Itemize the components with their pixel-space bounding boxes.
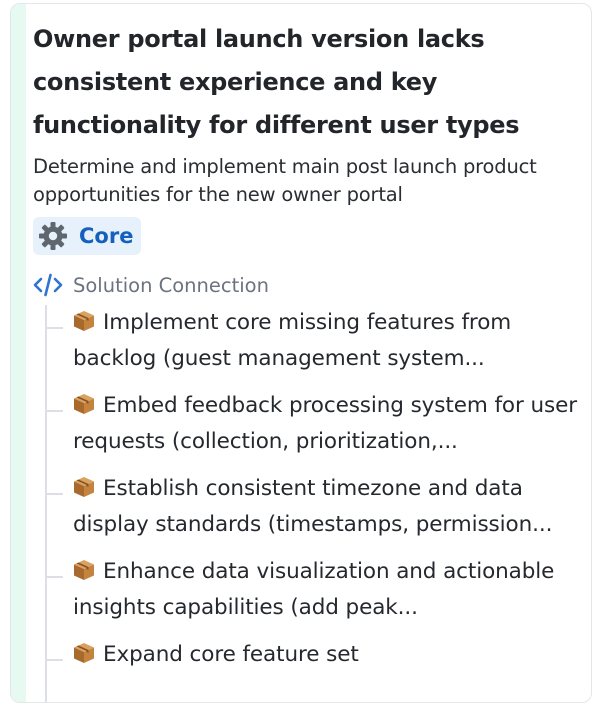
package-icon xyxy=(74,394,94,414)
solution-item-text: Embed feedback processing system for use… xyxy=(73,393,577,454)
solution-item-text: Implement core missing features from bac… xyxy=(73,310,512,371)
solution-item[interactable]: Establish consistent timezone and data d… xyxy=(45,471,583,554)
card-title: Owner portal launch version lacks consis… xyxy=(33,25,520,139)
solution-item[interactable]: Embed feedback processing system for use… xyxy=(45,388,583,471)
solution-connection-header[interactable]: Solution Connection xyxy=(33,271,583,299)
solution-item[interactable]: Implement core missing features from bac… xyxy=(45,305,583,388)
solution-item[interactable]: Enhance data visualization and actionabl… xyxy=(45,554,583,637)
tree-branch xyxy=(47,327,63,329)
code-icon xyxy=(33,273,63,297)
tree-branch xyxy=(47,659,63,661)
package-icon xyxy=(74,560,94,580)
solution-item-text: Expand core feature set xyxy=(103,642,359,667)
tree-branch xyxy=(47,410,63,412)
gear-icon xyxy=(39,222,67,250)
package-icon xyxy=(74,311,94,331)
solution-tree: Implement core missing features from bac… xyxy=(45,305,583,702)
solution-item-text: Enhance data visualization and actionabl… xyxy=(73,559,555,620)
problem-card[interactable]: Owner portal launch version lacks consis… xyxy=(10,3,592,703)
solution-item[interactable]: Expand core feature set xyxy=(45,637,583,702)
package-icon xyxy=(74,643,94,663)
tag-label: Core xyxy=(79,224,134,248)
core-tag[interactable]: Core xyxy=(33,217,142,255)
card-body: Owner portal launch version lacks consis… xyxy=(33,18,583,702)
solution-item-text: Establish consistent timezone and data d… xyxy=(73,476,553,537)
tree-branch xyxy=(47,576,63,578)
package-icon xyxy=(74,477,94,497)
solution-connection-label: Solution Connection xyxy=(73,273,269,297)
card-accent-strip xyxy=(11,4,26,702)
tree-branch xyxy=(47,493,63,495)
card-description: Determine and implement main post launch… xyxy=(33,155,537,206)
